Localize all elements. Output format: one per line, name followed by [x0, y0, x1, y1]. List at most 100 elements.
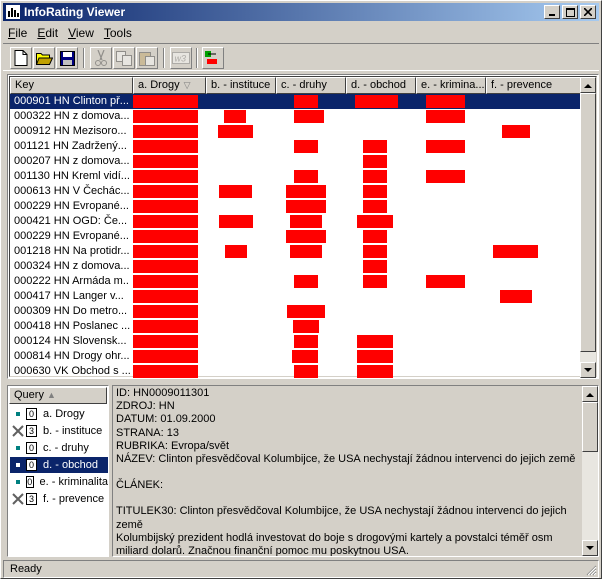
scroll-up-button[interactable]	[580, 77, 596, 93]
new-button[interactable]	[10, 47, 32, 69]
table-row[interactable]: 001218 HN Na protidr...	[10, 244, 584, 259]
table-row[interactable]: 000421 HN OGD: Če...	[10, 214, 584, 229]
rating-bar	[133, 95, 198, 108]
column-header-2[interactable]: b. - instituce	[206, 77, 276, 94]
menu-tools[interactable]: Tools	[99, 26, 137, 40]
query-item[interactable]: 0 e. - kriminalita	[10, 474, 108, 490]
table-row[interactable]: 000417 HN Langer v...	[10, 289, 584, 304]
rating-bar	[294, 275, 318, 288]
table-row[interactable]: 000229 HN Evropané...	[10, 229, 584, 244]
rating-button[interactable]	[202, 47, 224, 69]
results-grid[interactable]: Key a. Drogy ▽ b. - instituce c. - druhy d. -…	[7, 74, 599, 379]
query-count: 3	[26, 425, 37, 437]
rating-bar	[426, 170, 465, 183]
open-button[interactable]	[33, 47, 55, 69]
rating-bar	[294, 95, 318, 108]
table-row[interactable]: 000912 HN Mezisoro...	[10, 124, 584, 139]
rating-bar	[493, 245, 538, 258]
rating-bar	[363, 245, 387, 258]
query-item[interactable]: 0 c. - druhy	[10, 440, 108, 456]
close-button[interactable]	[580, 5, 596, 19]
minimize-button[interactable]	[544, 5, 560, 19]
detail-vertical-scrollbar[interactable]	[582, 386, 598, 556]
table-row[interactable]: 001130 HN Kreml vidí...	[10, 169, 584, 184]
row-key: 000421 HN OGD: Če...	[14, 215, 128, 227]
article-detail[interactable]: ID: HN0009011301 ZDROJ: HN DATUM: 01.09.20…	[112, 385, 599, 557]
rating-bar	[293, 320, 319, 333]
row-key: 000613 HN V Čechác...	[14, 185, 130, 197]
rating-bar	[294, 365, 318, 378]
table-row[interactable]: 000309 HN Do metro...	[10, 304, 584, 319]
menu-bar: File Edit View Tools	[3, 23, 137, 42]
query-header[interactable]: Query ▲	[9, 387, 107, 404]
maximize-button[interactable]	[562, 5, 578, 19]
table-row[interactable]: 000901 HN Clinton př...	[10, 94, 584, 109]
table-row[interactable]: 000207 HN z domova...	[10, 154, 584, 169]
menu-edit[interactable]: Edit	[32, 26, 63, 40]
rating-bar	[133, 335, 198, 348]
table-row[interactable]: 000229 HN Evropané...	[10, 199, 584, 214]
menu-file[interactable]: File	[3, 26, 32, 40]
rating-bar	[133, 275, 198, 288]
query-item[interactable]: 0 a. Drogy	[10, 406, 108, 422]
table-row[interactable]: 000630 VK Obchod s ...	[10, 364, 584, 378]
rating-bar	[133, 350, 198, 363]
rating-bar	[357, 215, 393, 228]
grid-vertical-scrollbar[interactable]	[580, 77, 596, 378]
dot-icon	[12, 442, 24, 454]
title-bar[interactable]: InfoRating Viewer	[3, 3, 599, 21]
table-row[interactable]: 000613 HN V Čechác...	[10, 184, 584, 199]
rating-bar	[363, 260, 387, 273]
scroll-down-button[interactable]	[580, 362, 596, 378]
column-header-5[interactable]: e. - krimina...	[416, 77, 486, 94]
grid-scroll-thumb[interactable]	[580, 93, 596, 352]
detail-line: ID: HN0009011301	[116, 387, 210, 399]
paste-button[interactable]	[136, 47, 158, 69]
rating-bar	[357, 335, 393, 348]
table-row[interactable]: 001121 HN Zadržený...	[10, 139, 584, 154]
rating-bar	[286, 200, 326, 213]
detail-line	[116, 466, 578, 479]
cut-button[interactable]	[90, 47, 112, 69]
table-row[interactable]: 000324 HN z domova...	[10, 259, 584, 274]
row-key: 000814 HN Drogy ohr...	[14, 350, 130, 362]
detail-scroll-thumb[interactable]	[582, 402, 598, 452]
query-label: e. - kriminalita	[39, 476, 108, 488]
rating-bar	[133, 230, 198, 243]
table-row[interactable]: 000124 HN Slovensk...	[10, 334, 584, 349]
arrow-up-icon	[586, 392, 594, 397]
table-row[interactable]: 000418 HN Poslanec ...	[10, 319, 584, 334]
w3-button[interactable]: w3	[170, 47, 192, 69]
detail-scroll-up-button[interactable]	[582, 386, 598, 402]
detail-line: RUBRIKA: Evropa/svět	[116, 439, 230, 452]
query-item[interactable]: 0 d. - obchod	[10, 457, 108, 473]
arrow-down-icon	[584, 367, 592, 372]
table-row[interactable]: 000814 HN Drogy ohr...	[10, 349, 584, 364]
toolbar-separator	[83, 48, 85, 68]
menu-view[interactable]: View	[63, 26, 99, 40]
grid-frame: Key a. Drogy ▽ b. - instituce c. - druhy d. -…	[9, 76, 597, 378]
app-chart-icon	[6, 5, 20, 19]
query-count: 0	[26, 459, 37, 471]
query-item[interactable]: 3 b. - instituce	[10, 423, 108, 439]
column-header-3[interactable]: c. - druhy	[276, 77, 346, 94]
rating-bar	[426, 275, 465, 288]
column-header-6[interactable]: f. - prevence	[486, 77, 584, 94]
column-header-4[interactable]: d. - obchod	[346, 77, 416, 94]
window-title: InfoRating Viewer	[24, 5, 126, 19]
row-key: 000901 HN Clinton př...	[14, 95, 129, 107]
minimize-icon	[549, 14, 555, 16]
query-item[interactable]: 3 f. - prevence	[10, 491, 108, 507]
rating-bar	[355, 95, 398, 108]
column-header-0[interactable]: Key	[10, 77, 133, 94]
detail-scroll-down-button[interactable]	[582, 540, 598, 556]
resize-grip-icon[interactable]	[585, 564, 597, 576]
table-row[interactable]: 000322 HN z domova...	[10, 109, 584, 124]
column-header-1[interactable]: a. Drogy ▽	[133, 77, 206, 94]
arrow-down-icon	[586, 545, 594, 550]
copy-button[interactable]	[113, 47, 135, 69]
rating-bar	[287, 305, 325, 318]
rating-bar	[292, 350, 318, 363]
save-button[interactable]	[56, 47, 78, 69]
table-row[interactable]: 000222 HN Armáda m...	[10, 274, 584, 289]
